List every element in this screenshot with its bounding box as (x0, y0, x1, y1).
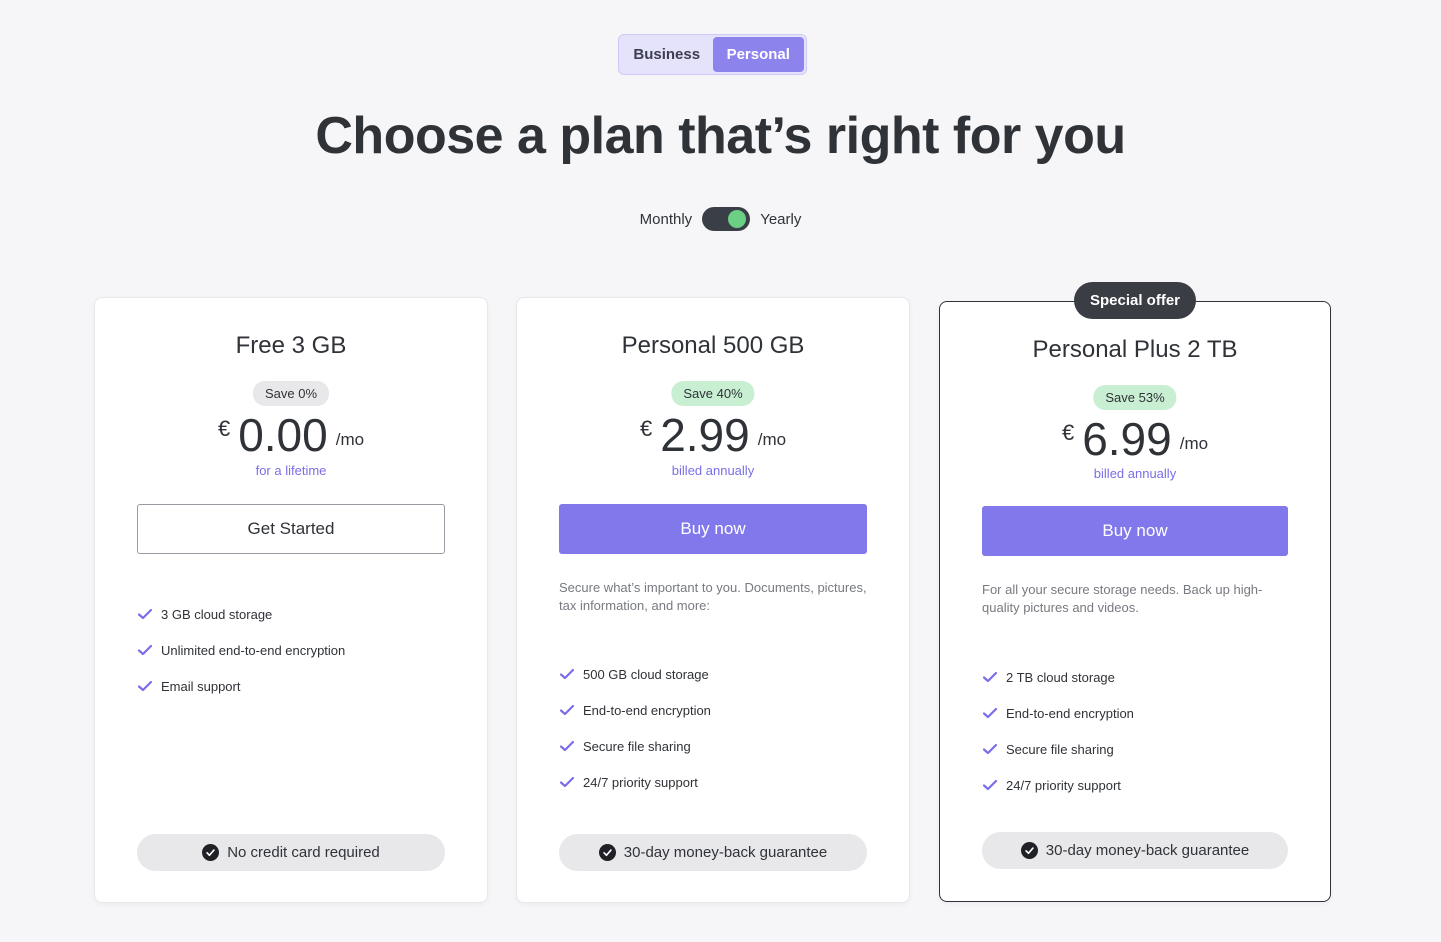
feature-text: 500 GB cloud storage (583, 666, 709, 682)
feature-text: Email support (161, 678, 241, 694)
check-circle-icon (1020, 842, 1038, 859)
check-icon (137, 680, 153, 692)
special-offer-badge: Special offer (1073, 282, 1197, 319)
pricing-page: Business Personal Choose a plan that’s r… (0, 0, 1441, 942)
check-icon (982, 707, 998, 719)
feature-text: 2 TB cloud storage (1006, 669, 1115, 685)
check-icon (137, 608, 153, 620)
price-note: for a lifetime (255, 463, 327, 478)
check-icon (982, 671, 998, 683)
price-period: /mo (1179, 434, 1209, 453)
plan-card-personal-500gb: Personal 500 GB Save 40% € 2.99 /mo bill… (516, 297, 910, 903)
feature-text: Unlimited end-to-end encryption (161, 642, 346, 658)
check-icon (559, 740, 575, 752)
page-title: Choose a plan that’s right for you (315, 107, 1126, 165)
buy-now-button[interactable]: Buy now (559, 504, 867, 554)
price-amount: 0.00 (238, 409, 328, 461)
plan-card-personal-plus-2tb: Special offer Personal Plus 2 TB Save 53… (939, 282, 1331, 902)
check-icon (137, 644, 153, 656)
plan-description: Secure what’s important to you. Document… (559, 580, 867, 613)
check-icon (982, 743, 998, 755)
check-icon (559, 668, 575, 680)
price-period: /mo (757, 430, 787, 449)
footer-text: No credit card required (227, 844, 380, 861)
footer-note: 30-day money-back guarantee (982, 832, 1288, 869)
plan-description: For all your secure storage needs. Back … (982, 582, 1263, 615)
currency-symbol: € (217, 416, 231, 441)
feature-item: Secure file sharing (982, 731, 1288, 767)
get-started-button[interactable]: Get Started (137, 504, 445, 554)
feature-list: 2 TB cloud storage End-to-end encryption… (982, 659, 1288, 803)
feature-item: 2 TB cloud storage (982, 659, 1288, 695)
monthly-label[interactable]: Monthly (640, 211, 693, 228)
price-period: /mo (335, 430, 365, 449)
check-circle-icon (202, 844, 220, 861)
save-badge: Save 0% (252, 381, 330, 406)
check-icon (982, 779, 998, 791)
price-note: billed annually (1093, 466, 1177, 481)
price: € 6.99 /mo (940, 414, 1330, 464)
currency-symbol: € (1061, 420, 1075, 445)
price-amount: 6.99 (1082, 413, 1172, 465)
business-tab[interactable]: Business (621, 37, 713, 72)
feature-item: Unlimited end-to-end encryption (137, 632, 445, 668)
price: € 0.00 /mo (95, 410, 487, 460)
footer-note: 30-day money-back guarantee (559, 834, 867, 871)
plan-name: Personal Plus 2 TB (1032, 336, 1238, 363)
feature-text: 3 GB cloud storage (161, 606, 273, 622)
feature-text: 24/7 priority support (583, 774, 698, 790)
feature-item: 3 GB cloud storage (137, 596, 445, 632)
toggle-knob (728, 210, 747, 228)
plan-card-free: Free 3 GB Save 0% € 0.00 /mo for a lifet… (94, 297, 488, 903)
check-icon (559, 704, 575, 716)
save-badge: Save 40% (671, 381, 755, 406)
feature-text: 24/7 priority support (1006, 777, 1121, 793)
currency-symbol: € (639, 416, 653, 441)
price-note: billed annually (671, 463, 755, 478)
buy-now-button[interactable]: Buy now (982, 506, 1288, 556)
feature-item: Secure file sharing (559, 728, 867, 764)
feature-item: 500 GB cloud storage (559, 656, 867, 692)
feature-item: 24/7 priority support (982, 767, 1288, 803)
feature-item: End-to-end encryption (982, 695, 1288, 731)
feature-list: 500 GB cloud storage End-to-end encrypti… (559, 656, 867, 800)
check-icon (559, 776, 575, 788)
footer-note: No credit card required (137, 834, 445, 871)
check-circle-icon (598, 844, 616, 861)
price: € 2.99 /mo (517, 410, 909, 460)
yearly-label[interactable]: Yearly (760, 211, 801, 228)
plan-name: Personal 500 GB (621, 332, 805, 359)
feature-text: End-to-end encryption (583, 702, 711, 718)
personal-tab[interactable]: Personal (712, 37, 804, 72)
feature-text: Secure file sharing (1006, 741, 1114, 757)
billing-period-toggle-group: Monthly Yearly (0, 206, 1441, 232)
billing-period-toggle[interactable] (702, 207, 751, 231)
feature-list: 3 GB cloud storage Unlimited end-to-end … (137, 596, 445, 704)
account-type-switch: Business Personal (618, 34, 807, 75)
feature-item: 24/7 priority support (559, 764, 867, 800)
price-amount: 2.99 (660, 409, 750, 461)
feature-item: Email support (137, 668, 445, 704)
footer-text: 30-day money-back guarantee (1045, 842, 1250, 859)
feature-text: End-to-end encryption (1006, 705, 1134, 721)
feature-item: End-to-end encryption (559, 692, 867, 728)
footer-text: 30-day money-back guarantee (623, 844, 828, 861)
plan-name: Free 3 GB (235, 332, 347, 359)
feature-text: Secure file sharing (583, 738, 691, 754)
save-badge: Save 53% (1093, 385, 1177, 410)
